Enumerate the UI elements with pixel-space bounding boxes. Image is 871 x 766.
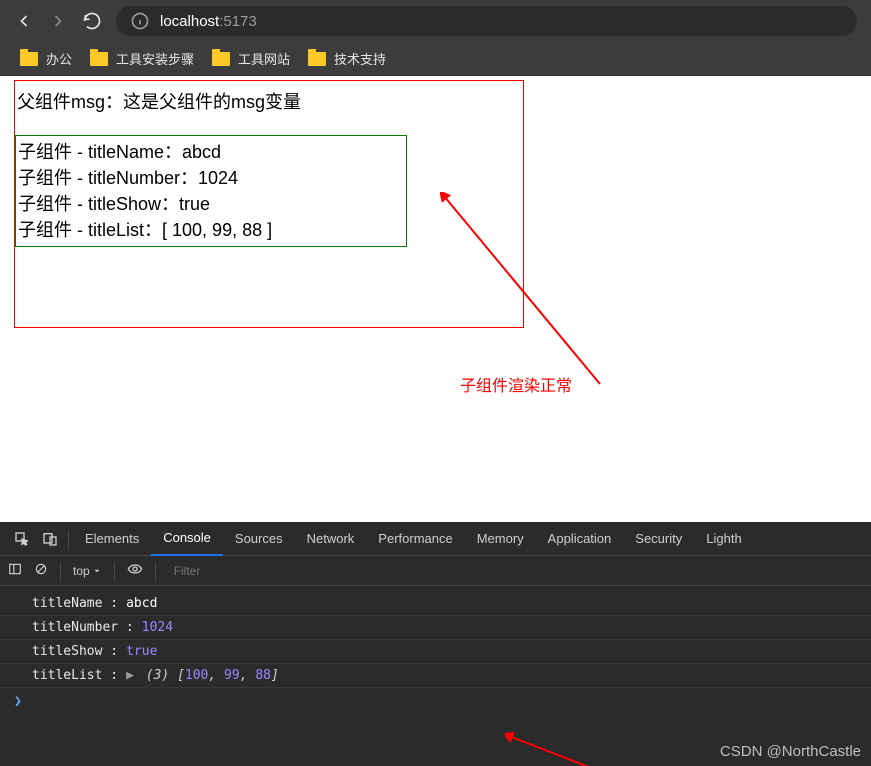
log-punct: ]	[271, 668, 279, 683]
url-port: :5173	[219, 13, 257, 30]
tab-sources[interactable]: Sources	[223, 522, 295, 556]
expand-caret-icon[interactable]: ▶	[126, 668, 134, 683]
bookmark-label: 技术支持	[334, 49, 386, 68]
folder-icon	[212, 52, 230, 66]
tab-network[interactable]: Network	[295, 522, 367, 556]
folder-icon	[20, 52, 38, 66]
console-filter-input[interactable]	[168, 560, 863, 582]
bookmark-item[interactable]: 工具网站	[212, 49, 290, 68]
log-key: titleName :	[32, 596, 118, 611]
console-prompt[interactable]: ❯	[0, 688, 871, 709]
bookmark-item[interactable]: 工具安装步骤	[90, 49, 194, 68]
child-line: 子组件 - titleNumber：1024	[18, 165, 406, 191]
bookmark-label: 工具安装步骤	[116, 49, 194, 68]
devtools-tabs: Elements Console Sources Network Perform…	[0, 522, 871, 556]
device-toggle-icon[interactable]	[36, 531, 64, 547]
parent-component-box: 父组件msg：这是父组件的msg变量 子组件 - titleName：abcd …	[14, 80, 524, 328]
tab-memory[interactable]: Memory	[465, 522, 536, 556]
clear-console-icon[interactable]	[34, 562, 48, 579]
browser-toolbar: localhost:5173	[0, 0, 871, 42]
parent-msg: 父组件msg：这是父组件的msg变量	[15, 89, 523, 115]
forward-button[interactable]	[48, 11, 68, 31]
tab-security[interactable]: Security	[623, 522, 694, 556]
url-host: localhost	[160, 13, 219, 30]
log-punct: ,	[240, 668, 256, 683]
tab-application[interactable]: Application	[536, 522, 624, 556]
log-value: 88	[255, 668, 271, 683]
folder-icon	[90, 52, 108, 66]
child-component-box: 子组件 - titleName：abcd 子组件 - titleNumber：1…	[15, 135, 407, 247]
log-punct: ,	[208, 668, 224, 683]
bookmark-label: 办公	[46, 49, 72, 68]
console-row: titleName : abcd	[0, 592, 871, 616]
inspect-icon[interactable]	[8, 531, 36, 547]
page-viewport: 父组件msg：这是父组件的msg变量 子组件 - titleName：abcd …	[0, 76, 871, 522]
console-row: titleShow : true	[0, 640, 871, 664]
child-line: 子组件 - titleName：abcd	[18, 139, 406, 165]
tab-elements[interactable]: Elements	[73, 522, 151, 556]
log-value: 99	[224, 668, 240, 683]
log-value: true	[126, 644, 157, 659]
reload-button[interactable]	[82, 11, 102, 31]
log-value: abcd	[126, 596, 157, 611]
child-line: 子组件 - titleList：[ 100, 99, 88 ]	[18, 217, 406, 243]
live-expression-icon[interactable]	[127, 561, 143, 580]
folder-icon	[308, 52, 326, 66]
context-selector[interactable]: top	[73, 564, 102, 578]
bookmark-item[interactable]: 技术支持	[308, 49, 386, 68]
log-array-len: (3)	[146, 668, 169, 683]
annotation-label: 子组件渲染正常	[460, 372, 572, 396]
back-button[interactable]	[14, 11, 34, 31]
context-label: top	[73, 564, 90, 578]
log-value: 1024	[142, 620, 173, 635]
log-key: titleNumber :	[32, 620, 134, 635]
child-line: 子组件 - titleShow：true	[18, 191, 406, 217]
site-info-icon[interactable]	[130, 11, 150, 31]
console-row: titleList : ▶ (3) [100, 99, 88]	[0, 664, 871, 688]
sidebar-toggle-icon[interactable]	[8, 562, 22, 579]
bookmark-item[interactable]: 办公	[20, 49, 72, 68]
bookmarks-bar: 办公 工具安装步骤 工具网站 技术支持	[0, 42, 871, 76]
tab-lighthouse[interactable]: Lighth	[694, 522, 753, 556]
log-value: 100	[185, 668, 208, 683]
bookmark-label: 工具网站	[238, 49, 290, 68]
devtools-panel: Elements Console Sources Network Perform…	[0, 522, 871, 766]
log-punct: [	[177, 668, 185, 683]
tab-performance[interactable]: Performance	[366, 522, 464, 556]
console-toolbar: top	[0, 556, 871, 586]
annotation-arrow-icon	[505, 732, 725, 766]
log-key: titleShow :	[32, 644, 118, 659]
address-bar[interactable]: localhost:5173	[116, 6, 857, 36]
console-row: titleNumber : 1024	[0, 616, 871, 640]
console-output: titleName : abcd titleNumber : 1024 titl…	[0, 586, 871, 709]
tab-console[interactable]: Console	[151, 522, 223, 556]
log-key: titleList :	[32, 668, 118, 683]
